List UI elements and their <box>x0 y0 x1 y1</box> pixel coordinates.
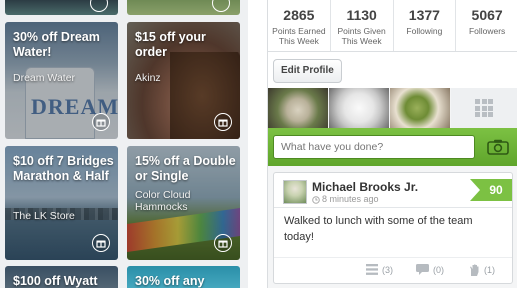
gift-icon[interactable] <box>92 234 110 252</box>
stat-points-given[interactable]: 1130 Points Given This Week <box>331 0 394 51</box>
deal-tile-lk-store[interactable]: $10 off 7 Bridges Marathon & Half The LK… <box>5 146 118 260</box>
post-composer <box>268 128 517 166</box>
post-time: 8 minutes ago <box>322 194 379 204</box>
deal-brand: The LK Store <box>13 210 75 222</box>
stat-label: Followers <box>468 26 506 36</box>
app-screenshots: DREAM 30% off Dream Water! Dream Water $… <box>0 0 517 288</box>
stat-followers[interactable]: 5067 Followers <box>456 0 517 51</box>
gift-icon <box>90 0 108 12</box>
comment-count: (0) <box>433 265 444 275</box>
points-badge: 90 <box>470 179 512 201</box>
deal-title: 30% off Dream Water! <box>13 30 100 59</box>
deal-title: $100 off Wyatt <box>13 274 98 288</box>
list-count: (3) <box>382 265 393 275</box>
stats-bar: 2865 Points Earned This Week 1130 Points… <box>268 0 517 52</box>
deal-tile-partial-top-left[interactable] <box>5 0 118 15</box>
profile-screen: 2865 Points Earned This Week 1130 Points… <box>267 0 517 288</box>
deal-tile-akinz[interactable]: $15 off your order Akinz <box>127 22 240 139</box>
deal-tile-30-off[interactable]: 30% off any <box>127 266 240 288</box>
stat-following[interactable]: 1377 Following <box>394 0 457 51</box>
post-input[interactable] <box>273 135 475 159</box>
grid-icon <box>475 99 493 117</box>
stat-value: 2865 <box>283 7 315 23</box>
clock-icon <box>312 196 320 204</box>
comment-action[interactable]: (0) <box>416 264 444 275</box>
photo-strip <box>268 88 517 128</box>
post-author[interactable]: Michael Brooks Jr. <box>312 180 418 194</box>
deal-brand: Akinz <box>135 72 161 84</box>
post-text: Walked to lunch with some of the team to… <box>284 215 473 243</box>
photo-thumbnail[interactable] <box>329 88 389 128</box>
deal-title: 30% off any <box>135 274 205 288</box>
camera-icon[interactable] <box>487 139 509 155</box>
gift-icon[interactable] <box>92 113 110 131</box>
like-count: (1) <box>484 265 495 275</box>
avatar[interactable] <box>283 180 307 204</box>
edit-profile-button[interactable]: Edit Profile <box>273 59 342 83</box>
deal-tile-partial-top-right[interactable] <box>127 0 240 15</box>
like-action[interactable]: (1) <box>469 264 495 276</box>
play-icon <box>212 0 230 12</box>
stat-value: 1377 <box>408 7 440 23</box>
stat-value: 1130 <box>346 7 377 23</box>
comment-icon <box>416 264 429 275</box>
deal-brand: Dream Water <box>13 72 76 84</box>
edit-row: Edit Profile <box>268 52 517 88</box>
post-actions: (3) (0) (1) <box>274 257 512 283</box>
deal-tile-color-cloud[interactable]: 15% off a Double or Single Color Cloud H… <box>127 146 240 260</box>
list-action[interactable]: (3) <box>366 264 393 275</box>
photo-thumbnail[interactable] <box>390 88 450 128</box>
stat-label: Points Given This Week <box>337 26 386 46</box>
stat-label: Following <box>406 26 443 36</box>
deal-title: $10 off 7 Bridges Marathon & Half <box>13 154 114 183</box>
gift-icon[interactable] <box>214 234 232 252</box>
stat-label: Points Earned This Week <box>272 26 326 46</box>
deal-brand: Color Cloud Hammocks <box>135 189 191 213</box>
activity-post: Michael Brooks Jr. 8 minutes ago 90 Walk… <box>273 172 513 284</box>
deal-tile-wyatt[interactable]: $100 off Wyatt <box>5 266 118 288</box>
photo-grid-button[interactable] <box>451 88 517 128</box>
stat-points-earned[interactable]: 2865 Points Earned This Week <box>268 0 331 51</box>
gift-icon[interactable] <box>214 113 232 131</box>
photo-thumbnail[interactable] <box>268 88 328 128</box>
deal-tile-dream-water[interactable]: DREAM 30% off Dream Water! Dream Water <box>5 22 118 139</box>
deal-title: 15% off a Double or Single <box>135 154 236 183</box>
list-icon <box>366 264 378 275</box>
hand-icon <box>470 264 479 276</box>
deals-screen: DREAM 30% off Dream Water! Dream Water $… <box>0 0 248 288</box>
deal-title: $15 off your order <box>135 30 206 59</box>
stat-value: 5067 <box>471 7 503 23</box>
